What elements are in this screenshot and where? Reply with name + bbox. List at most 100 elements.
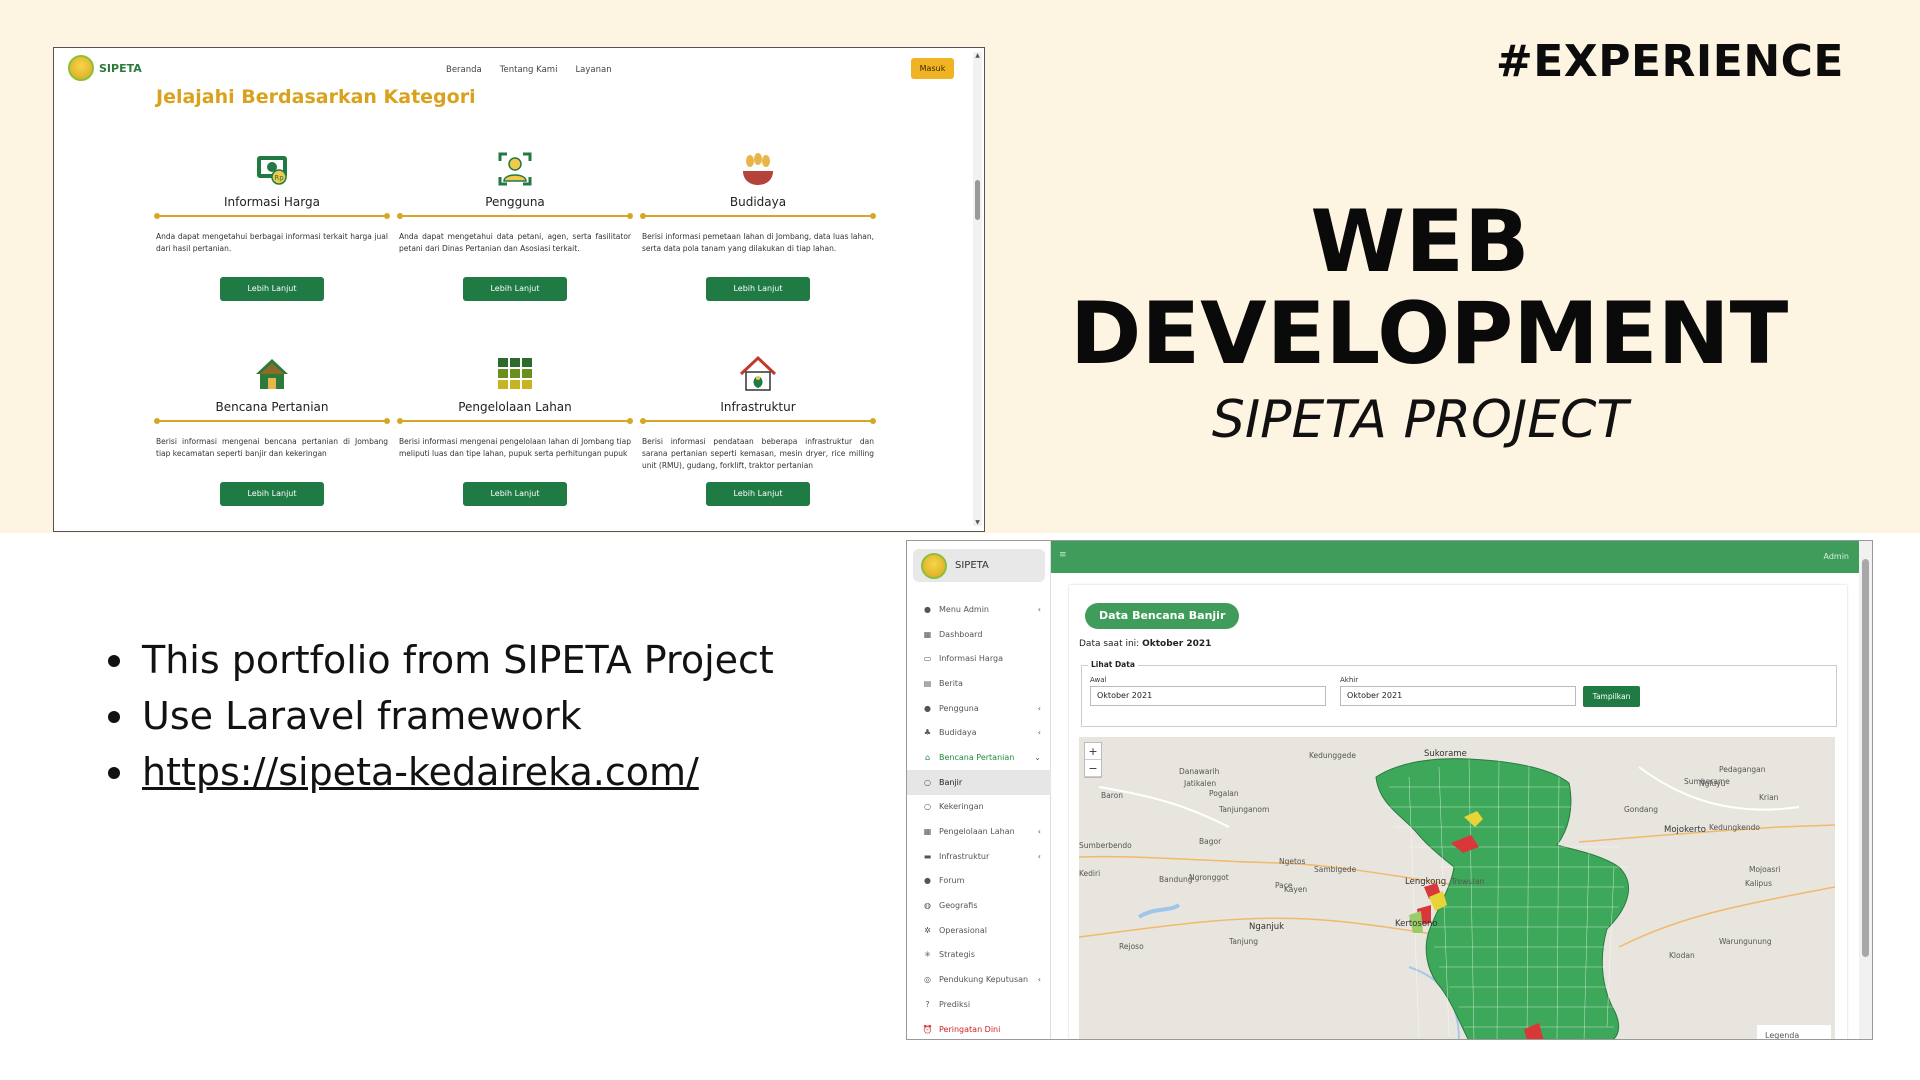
infrastructure-icon (739, 355, 777, 391)
sidebar-item-bencana-pertanian[interactable]: ⌂ Bencana Pertanian ⌄ (907, 745, 1051, 770)
map-place-label: Mojoasri (1749, 865, 1781, 874)
sidebar-item-menu-admin[interactable]: ● Menu Admin ‹ (907, 597, 1051, 622)
nav-tentang-kami[interactable]: Tentang Kami (500, 65, 558, 75)
question-icon: ? (925, 999, 930, 1009)
chevron-left-icon[interactable]: ‹ (1038, 827, 1041, 836)
card-description: Berisi informasi pemetaan lahan di Jomba… (642, 232, 874, 253)
circle-icon: ○ (924, 802, 931, 812)
map-legend[interactable]: Legenda (1757, 1025, 1831, 1039)
chevron-left-icon[interactable]: ‹ (1038, 704, 1041, 713)
lebih-lanjut-button[interactable]: Lebih Lanjut (463, 482, 567, 506)
hamburger-icon[interactable]: ≡ (1059, 550, 1067, 560)
homepage-scrollbar[interactable]: ▲ ▼ (973, 52, 982, 526)
sidebar-item-pendukung-keputusan[interactable]: ◎ Pendukung Keputusan ‹ (907, 967, 1051, 992)
dashboard-icon: ▦ (923, 629, 932, 639)
price-icon: ▭ (923, 654, 932, 664)
zoom-in-button[interactable]: + (1085, 743, 1101, 760)
card-title: Pengelolaan Lahan (458, 400, 572, 414)
lebih-lanjut-button[interactable]: Lebih Lanjut (706, 482, 810, 506)
nav-beranda[interactable]: Beranda (446, 65, 482, 75)
map-place-label: Krian (1759, 793, 1779, 802)
scroll-thumb[interactable] (975, 180, 980, 220)
sidebar-item-infrastruktur[interactable]: ▬ Infrastruktur ‹ (907, 844, 1051, 869)
date-now-label: Data saat ini: (1079, 639, 1140, 649)
sidebar-item-label: Pengguna (939, 703, 979, 713)
sidebar-item-kekeringan[interactable]: ○ Kekeringan (907, 795, 1051, 820)
scroll-up-icon[interactable]: ▲ (973, 52, 982, 59)
project-link[interactable]: https://sipeta-kedaireka.com/ (142, 744, 699, 800)
chevron-left-icon[interactable]: ‹ (1038, 605, 1041, 614)
sidebar-item-strategis[interactable]: ✳ Strategis (907, 943, 1051, 968)
start-label: Awal (1090, 676, 1107, 684)
svg-text:Rp: Rp (274, 174, 284, 182)
end-label: Akhir (1340, 676, 1359, 684)
sidebar-item-banjir[interactable]: ○ Banjir (907, 769, 1051, 795)
card-divider (154, 418, 390, 424)
scroll-down-icon[interactable]: ▼ (973, 519, 982, 526)
map-place-label: Sukorame (1424, 749, 1467, 759)
dashboard-sidebar: SIPETA ● Menu Admin ‹ ▦ Dashboard ▭ Informasi … (907, 541, 1051, 1039)
sidebar-item-geografis[interactable]: ◍ Geografis (907, 893, 1051, 918)
land-grid-icon (498, 358, 532, 389)
start-month-input[interactable]: Oktober 2021 (1090, 686, 1326, 706)
sidebar-item-label: Prediksi (939, 999, 971, 1009)
chevron-left-icon[interactable]: ‹ (1038, 975, 1041, 984)
map-place-label: Sumberbendo (1079, 841, 1132, 850)
map-place-label: Bagor (1199, 837, 1222, 846)
logo-text: SIPETA (99, 61, 142, 75)
sidebar-item-peringatan-dini[interactable]: ⏰ Peringatan Dini (907, 1017, 1051, 1039)
sidebar-item-forum[interactable]: ● Forum (907, 869, 1051, 894)
sidebar-item-label: Pendukung Keputusan (939, 975, 1029, 985)
map-place-label: Ngronggot (1189, 873, 1229, 882)
sidebar-brand[interactable]: SIPETA (913, 549, 1045, 582)
card-description: Berisi informasi pendataan beberapa infr… (642, 437, 874, 470)
map-place-label: Kedungkendo (1709, 823, 1760, 832)
map-place-label: Bandung (1159, 875, 1193, 884)
sidebar-item-label: Geografis (939, 901, 978, 911)
card-description: Berisi informasi mengenai bencana pertan… (156, 437, 388, 458)
crop-bowl-icon (743, 153, 773, 185)
date-now-value: Oktober 2021 (1142, 639, 1212, 649)
lebih-lanjut-button[interactable]: Lebih Lanjut (706, 277, 810, 301)
lebih-lanjut-button[interactable]: Lebih Lanjut (220, 482, 324, 506)
sidebar-item-pengelolaan-lahan[interactable]: ▦ Pengelolaan Lahan ‹ (907, 819, 1051, 844)
card-divider (397, 213, 633, 219)
category-card-informasi-harga: Rp Informasi Harga Anda dapat mengetahui… (154, 149, 390, 301)
sidebar-item-dashboard[interactable]: ▦ Dashboard (907, 622, 1051, 647)
flood-map[interactable]: + − Sukorame Mojokerto Sumberame Lengkong Ng… (1079, 737, 1835, 1039)
lebih-lanjut-button[interactable]: Lebih Lanjut (463, 277, 567, 301)
chevron-left-icon[interactable]: ‹ (1038, 728, 1041, 737)
seedling-icon: ♣ (923, 728, 932, 738)
sidebar-item-label: Budidaya (939, 728, 977, 738)
card-divider (397, 418, 633, 424)
chevron-left-icon[interactable]: ‹ (1038, 852, 1041, 861)
slide-subtitle: SIPETA PROJECT (1211, 390, 1629, 450)
sidebar-item-informasi-harga[interactable]: ▭ Informasi Harga (907, 646, 1051, 671)
admin-label[interactable]: Admin (1824, 552, 1850, 561)
sidebar-item-berita[interactable]: ▤ Berita (907, 671, 1051, 696)
end-month-input[interactable]: Oktober 2021 (1340, 686, 1576, 706)
zoom-out-button[interactable]: − (1085, 760, 1101, 777)
sidebar-item-operasional[interactable]: ✲ Operasional (907, 918, 1051, 943)
home-icon: ⌂ (924, 752, 931, 762)
news-icon: ▤ (923, 678, 932, 688)
sidebar-item-pengguna[interactable]: ● Pengguna ‹ (907, 696, 1051, 721)
scroll-thumb[interactable] (1862, 559, 1869, 957)
login-button[interactable]: Masuk (911, 58, 954, 79)
dashboard-scrollbar[interactable] (1859, 541, 1872, 1039)
lebih-lanjut-button[interactable]: Lebih Lanjut (220, 277, 324, 301)
alarm-icon: ⏰ (922, 1024, 933, 1034)
map-place-label: Lengkong (1405, 877, 1447, 887)
map-place-label: Warungunung (1719, 937, 1772, 946)
sidebar-item-prediksi[interactable]: ? Prediksi (907, 992, 1051, 1017)
dashboard-screenshot: SIPETA ● Menu Admin ‹ ▦ Dashboard ▭ Informasi … (906, 540, 1873, 1040)
strategy-icon: ✳ (924, 950, 931, 960)
card-divider (154, 213, 390, 219)
sidebar-item-label: Menu Admin (939, 604, 990, 614)
nav-layanan[interactable]: Layanan (575, 65, 611, 75)
chevron-down-icon[interactable]: ⌄ (1034, 753, 1041, 762)
homepage-logo[interactable]: SIPETA (68, 55, 142, 81)
homepage-screenshot: SIPETA Beranda Tentang Kami Layanan Masu… (53, 47, 985, 532)
show-button[interactable]: Tampilkan (1583, 686, 1640, 707)
sidebar-item-budidaya[interactable]: ♣ Budidaya ‹ (907, 720, 1051, 745)
